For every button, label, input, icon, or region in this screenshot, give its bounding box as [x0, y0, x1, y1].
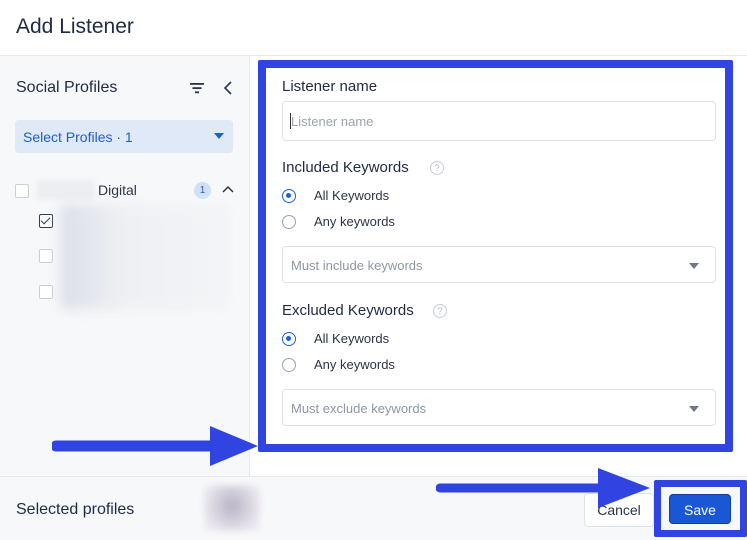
select-profiles-dropdown[interactable]: Select Profiles · 1	[15, 120, 233, 153]
exclude-keywords-dropdown[interactable]: Must exclude keywords	[282, 389, 716, 426]
included-any-keywords-label: Any keywords	[314, 214, 395, 229]
redacted-profile-list	[60, 204, 230, 310]
excluded-all-keywords-radio[interactable]	[282, 332, 296, 346]
listener-name-label: Listener name	[282, 78, 378, 95]
text-cursor	[290, 113, 291, 129]
included-all-keywords-label: All Keywords	[314, 188, 390, 203]
help-icon[interactable]: ?	[430, 161, 444, 175]
included-any-keywords-radio[interactable]	[282, 215, 296, 229]
chevron-up-icon[interactable]	[222, 184, 234, 194]
profile-group-row[interactable]: Digital 1	[15, 180, 237, 202]
profile-checkbox-3[interactable]	[39, 285, 53, 299]
sidebar-title: Social Profiles	[16, 79, 118, 96]
listener-name-input[interactable]	[283, 102, 715, 140]
filter-icon[interactable]	[189, 80, 205, 96]
included-keywords-label: Included Keywords	[282, 159, 409, 176]
save-button[interactable]: Save	[669, 494, 731, 524]
help-icon[interactable]: ?	[433, 304, 447, 318]
excluded-any-keywords-label: Any keywords	[314, 357, 395, 372]
profile-checkbox-2[interactable]	[39, 249, 53, 263]
social-profiles-sidebar: Social Profiles Select Profiles · 1 Digi…	[0, 56, 250, 476]
group-count-badge: 1	[194, 182, 211, 199]
include-keywords-placeholder: Must include keywords	[291, 258, 423, 273]
excluded-keywords-label: Excluded Keywords	[282, 302, 414, 319]
included-all-keywords-radio[interactable]	[282, 189, 296, 203]
annotation-arrow-icon	[436, 468, 650, 508]
excluded-all-keywords-label: All Keywords	[314, 331, 390, 346]
include-keywords-dropdown[interactable]: Must include keywords	[282, 246, 716, 283]
caret-down-icon	[689, 406, 699, 412]
group-name: Digital	[98, 182, 137, 198]
select-profiles-label: Select Profiles · 1	[23, 129, 133, 145]
annotation-arrow-icon	[52, 426, 258, 466]
exclude-keywords-placeholder: Must exclude keywords	[291, 401, 427, 416]
redacted-group-prefix	[37, 180, 95, 200]
group-checkbox[interactable]	[15, 184, 29, 198]
excluded-any-keywords-radio[interactable]	[282, 358, 296, 372]
caret-down-icon	[214, 133, 224, 139]
profile-checkbox-1[interactable]	[39, 214, 53, 228]
dialog-title: Add Listener	[16, 15, 134, 38]
selected-profiles-label: Selected profiles	[16, 501, 135, 518]
dialog-header: Add Listener	[0, 0, 747, 56]
avatar	[204, 485, 260, 531]
chevron-left-icon[interactable]	[221, 79, 235, 97]
caret-down-icon	[689, 263, 699, 269]
listener-name-field[interactable]	[282, 101, 716, 141]
